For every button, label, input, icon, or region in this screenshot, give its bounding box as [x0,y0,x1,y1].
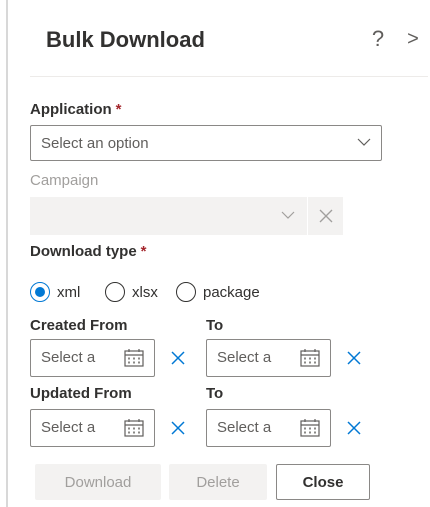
radio-package-label: package [203,283,260,301]
application-dropdown[interactable]: Select an option [30,125,382,161]
download-type-label-text: Download type [30,243,137,260]
panel-title: Bulk Download [46,27,205,52]
radio-unselected-icon [176,282,196,302]
header-divider [30,76,428,77]
updated-from-clear-button[interactable] [165,415,191,441]
chevron-down-icon [357,138,371,146]
calendar-icon[interactable] [300,349,320,367]
application-label-text: Application [30,101,112,118]
created-from-clear-button[interactable] [165,345,191,371]
required-marker: * [140,243,147,260]
required-marker: * [115,101,122,118]
radio-xml-label: xml [57,283,81,301]
download-button: Download [35,464,161,500]
radio-xlsx-label: xlsx [132,283,158,301]
updated-to-placeholder: Select a [217,419,272,436]
created-to-label: To [206,317,224,334]
calendar-icon[interactable] [124,349,144,367]
close-icon [347,351,361,365]
created-from-label: Created From [30,317,128,334]
radio-xlsx[interactable]: xlsx [105,281,158,303]
radio-xml[interactable]: xml [30,281,80,303]
close-icon [171,351,185,365]
radio-unselected-icon [105,282,125,302]
panel-header: Bulk Download ? > [8,0,428,76]
delete-button: Delete [169,464,267,500]
application-label: Application * [30,101,122,118]
close-icon [347,421,361,435]
radio-selected-icon [30,282,50,302]
bulk-download-panel: Bulk Download ? > Application * Select an… [8,0,430,507]
close-button[interactable]: Close [276,464,370,500]
calendar-icon[interactable] [124,419,144,437]
close-icon [171,421,185,435]
radio-package[interactable]: package [176,281,260,303]
updated-from-label: Updated From [30,385,132,402]
updated-to-date-picker[interactable]: Select a [206,409,331,447]
campaign-dropdown [30,197,307,235]
campaign-label: Campaign [30,172,99,189]
chevron-right-icon[interactable]: > [401,24,425,54]
close-icon [319,209,332,223]
updated-to-label: To [206,385,224,402]
created-to-clear-button[interactable] [341,345,367,371]
help-icon[interactable]: ? [363,24,393,54]
created-to-date-picker[interactable]: Select a [206,339,331,377]
created-from-date-picker[interactable]: Select a [30,339,155,377]
chevron-down-icon [281,211,295,219]
download-type-label: Download type * [30,243,147,260]
created-from-placeholder: Select a [41,349,96,366]
calendar-icon[interactable] [300,419,320,437]
updated-to-clear-button[interactable] [341,415,367,441]
updated-from-placeholder: Select a [41,419,96,436]
updated-from-date-picker[interactable]: Select a [30,409,155,447]
created-to-placeholder: Select a [217,349,272,366]
campaign-clear-button [308,197,343,235]
application-placeholder: Select an option [41,135,149,152]
